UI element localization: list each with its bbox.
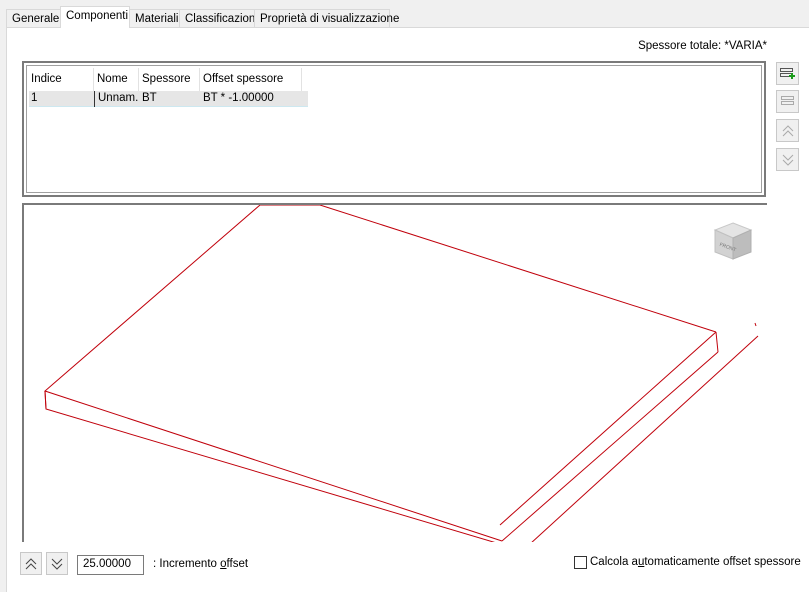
move-up-button[interactable] xyxy=(776,119,799,142)
remove-component-icon xyxy=(781,95,794,105)
slab-top-edges xyxy=(44,205,503,542)
tab-label: Proprietà di visualizzazione xyxy=(260,13,400,25)
add-component-button[interactable] xyxy=(776,62,799,85)
components-grid[interactable]: Indice Nome Spessore Offset spessore 1 U… xyxy=(22,61,766,197)
grid-body: Indice Nome Spessore Offset spessore 1 U… xyxy=(26,65,762,193)
offset-label-prefix: : Incremento xyxy=(153,558,221,570)
slab-right-corner xyxy=(715,331,719,353)
offset-down-button[interactable] xyxy=(46,552,68,575)
section-line xyxy=(531,335,759,542)
auto-offset-checkbox[interactable] xyxy=(574,556,587,569)
tab-proprieta-visualizzazione[interactable]: Proprietà di visualizzazione xyxy=(254,9,399,28)
view-cube-icon: FRONT xyxy=(713,222,753,260)
remove-component-button[interactable] xyxy=(776,90,799,113)
column-header-spessore[interactable]: Spessore xyxy=(139,68,200,91)
offset-increment-input[interactable]: 25.00000 xyxy=(77,555,144,575)
slab-corner-edge xyxy=(44,390,47,410)
slab-right-front-edge xyxy=(501,351,719,542)
offset-label-suffix: ffset xyxy=(226,558,249,570)
offset-up-button[interactable] xyxy=(20,552,42,575)
tab-label: Classificazioni xyxy=(185,13,258,25)
double-chevron-down-icon xyxy=(51,558,63,570)
column-header-offset-spessore[interactable]: Offset spessore xyxy=(200,68,302,91)
tab-generale[interactable]: Generale xyxy=(6,9,61,28)
auto-label-prefix: Calcola a xyxy=(590,556,638,568)
auto-label-suffix: tomaticamente offset spessore xyxy=(644,556,801,568)
3d-preview-viewport[interactable]: FRONT xyxy=(22,203,767,542)
tab-label: Generale xyxy=(12,13,60,25)
column-header-nome[interactable]: Nome xyxy=(94,68,139,91)
offset-increment-label: : Incremento offset xyxy=(153,558,248,570)
cell-nome[interactable]: Unnam... xyxy=(94,91,139,107)
total-thickness-label: Spessore totale: *VARIA* xyxy=(638,40,767,52)
cell-indice[interactable]: 1 xyxy=(28,91,94,107)
add-component-icon xyxy=(780,67,795,79)
tab-materiali[interactable]: Materiali xyxy=(129,9,180,28)
double-chevron-up-icon xyxy=(25,557,37,569)
view-cube[interactable]: FRONT xyxy=(711,219,755,266)
section-tick xyxy=(754,322,757,327)
tab-label: Materiali xyxy=(135,13,179,25)
move-down-button[interactable] xyxy=(776,148,799,171)
tab-classificazioni[interactable]: Classificazioni xyxy=(179,9,258,28)
tab-label: Componenti xyxy=(66,10,129,22)
slab-wireframe xyxy=(44,205,759,542)
auto-offset-label[interactable]: Calcola automaticamente offset spessore xyxy=(590,556,801,568)
column-header-indice[interactable]: Indice xyxy=(28,68,94,91)
move-down-icon xyxy=(782,154,793,166)
tab-componenti[interactable]: Componenti xyxy=(60,6,130,28)
tab-strip: Generale Componenti Materiali Classifica… xyxy=(6,6,806,28)
slab-back-edge xyxy=(319,205,717,333)
cell-offset-spessore[interactable]: BT * -1.00000 xyxy=(200,91,302,107)
cell-spessore[interactable]: BT xyxy=(139,91,200,107)
move-up-icon xyxy=(782,124,793,136)
slab-right-top-edge xyxy=(499,331,717,526)
